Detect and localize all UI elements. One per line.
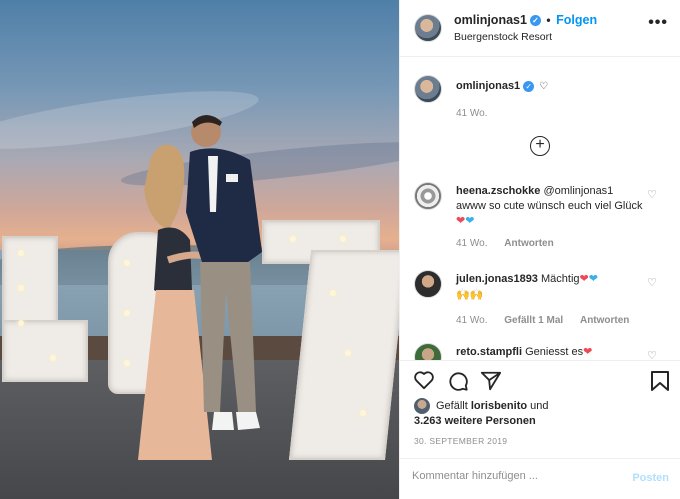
comment-body: julen.jonas1893 Mächtig❤❤ 🙌🙌 41 Wo. Gefä… <box>456 272 645 328</box>
caption-item: omlinjonas1 ✓ ♡ 41 Wo. <box>400 75 680 125</box>
comment-username[interactable]: reto.stampfli <box>456 346 522 358</box>
comment-item: reto.stampfli Geniesst es❤ ♡ <box>400 343 680 360</box>
commenter-avatar[interactable] <box>414 343 442 360</box>
author-avatar[interactable] <box>414 75 442 103</box>
likes-prefix: Gefällt <box>436 399 468 412</box>
location-link[interactable]: Buergenstock Resort <box>454 31 552 43</box>
like-comment-heart-icon[interactable]: ♡ <box>647 188 657 201</box>
comment-composer: Posten <box>400 458 680 499</box>
red-heart-emoji: ❤ <box>583 346 593 358</box>
post-date[interactable]: 30. SEPTEMBER 2019 <box>414 436 507 446</box>
separator-dot: • <box>546 13 551 27</box>
comment-likes[interactable]: Gefällt 1 Mal <box>504 315 563 326</box>
paper-plane-icon[interactable] <box>480 370 502 392</box>
liker-username[interactable]: lorisbenito <box>471 400 527 412</box>
caption-body: omlinjonas1 ✓ ♡ 41 Wo. <box>456 79 645 121</box>
comment-text: Mächtig <box>541 273 580 285</box>
caption-age: 41 Wo. <box>456 108 488 119</box>
like-comment-heart-icon[interactable]: ♡ <box>647 349 657 360</box>
marquee-bulb <box>50 355 56 361</box>
blue-heart-emoji: ❤ <box>588 273 598 285</box>
liker-avatar[interactable] <box>414 398 430 414</box>
more-options-icon[interactable]: ••• <box>648 14 668 32</box>
comment-item: heena.zschokke @omlinjonas1 awww so cute… <box>400 182 680 252</box>
verified-badge-icon: ✓ <box>529 15 541 27</box>
marquee-bulb <box>18 320 24 326</box>
post-photo[interactable] <box>0 0 399 499</box>
reply-button[interactable]: Antworten <box>504 238 553 249</box>
bookmark-icon[interactable] <box>650 370 670 392</box>
heart-icon[interactable] <box>413 370 435 390</box>
marquee-bulb <box>340 236 346 242</box>
caption-meta: 41 Wo. <box>456 106 645 121</box>
likes-connector: und <box>530 399 549 412</box>
marquee-bulb <box>18 285 24 291</box>
likes-summary: Gefällt lorisbenito und 3.263 weitere Pe… <box>414 398 549 429</box>
caption-username[interactable]: omlinjonas1 <box>456 80 520 92</box>
author-avatar[interactable] <box>414 14 442 42</box>
comments-list[interactable]: omlinjonas1 ✓ ♡ 41 Wo. + heena.zschokke @… <box>400 58 680 360</box>
marquee-bulb <box>330 290 336 296</box>
action-bar <box>400 360 680 400</box>
blue-heart-emoji: ❤ <box>465 215 475 227</box>
marquee-bulb <box>290 236 296 242</box>
man-figure <box>186 115 262 430</box>
reply-button[interactable]: Antworten <box>580 315 629 326</box>
comment-username[interactable]: julen.jonas1893 <box>456 273 538 285</box>
comment-meta: 41 Wo. Antworten <box>456 236 645 251</box>
author-line: omlinjonas1 ✓ • Folgen <box>454 13 597 27</box>
marquee-bulb <box>18 250 24 256</box>
post-header: omlinjonas1 ✓ • Folgen Buergenstock Resor… <box>400 0 680 57</box>
comment-body: heena.zschokke @omlinjonas1 awww so cute… <box>456 184 645 251</box>
like-comment-heart-icon[interactable]: ♡ <box>647 276 657 289</box>
follow-button[interactable]: Folgen <box>556 13 597 27</box>
author-username[interactable]: omlinjonas1 <box>454 13 527 27</box>
marquee-bulb <box>360 410 366 416</box>
marquee-letter-l-base <box>2 320 88 382</box>
comment-icon[interactable] <box>447 370 469 392</box>
red-heart-emoji: ❤ <box>579 273 589 285</box>
plus-circle-icon[interactable]: + <box>530 136 550 156</box>
comment-meta: 41 Wo. Gefällt 1 Mal Antworten <box>456 313 645 328</box>
commenter-avatar[interactable] <box>414 182 442 210</box>
comment-age: 41 Wo. <box>456 315 488 326</box>
verified-badge-icon: ✓ <box>523 80 535 92</box>
raising-hands-emoji: 🙌🙌 <box>456 289 484 301</box>
likes-count[interactable]: 3.263 weitere Personen <box>414 415 536 427</box>
comment-item: julen.jonas1893 Mächtig❤❤ 🙌🙌 41 Wo. Gefä… <box>400 270 680 330</box>
post-comment-button[interactable]: Posten <box>632 472 669 484</box>
commenter-avatar[interactable] <box>414 270 442 298</box>
heart-outline-icon: ♡ <box>539 81 549 92</box>
comment-text: Geniesst es <box>525 346 584 358</box>
comment-body: reto.stampfli Geniesst es❤ <box>456 345 645 360</box>
comment-input[interactable] <box>412 470 612 482</box>
marquee-bulb <box>345 350 351 356</box>
comment-age: 41 Wo. <box>456 238 488 249</box>
emoji-line: 🙌🙌 <box>456 288 645 303</box>
red-heart-emoji: ❤ <box>456 215 466 227</box>
post-sidebar: omlinjonas1 ✓ • Folgen Buergenstock Resor… <box>399 0 680 499</box>
comment-username[interactable]: heena.zschokke <box>456 185 540 197</box>
